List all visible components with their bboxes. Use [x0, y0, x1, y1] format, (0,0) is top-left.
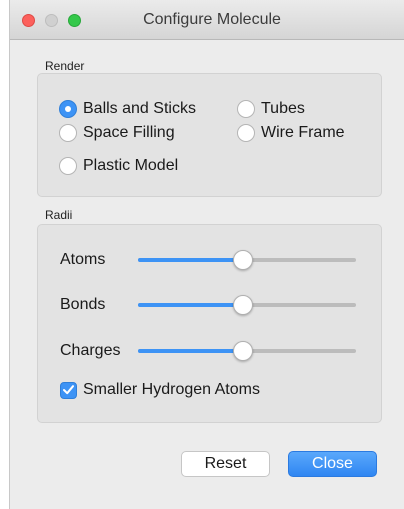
atoms-slider-thumb[interactable]: [233, 250, 253, 270]
atoms-slider-fill: [138, 258, 243, 262]
smaller-hydrogen-checkbox[interactable]: Smaller Hydrogen Atoms: [60, 381, 260, 399]
radio-label: Plastic Model: [83, 157, 179, 174]
radio-space-filling[interactable]: Space Filling: [59, 124, 175, 142]
radio-label: Wire Frame: [261, 124, 345, 141]
radio-tubes[interactable]: Tubes: [237, 100, 305, 118]
atoms-slider-label: Atoms: [60, 251, 106, 268]
window-title: Configure Molecule: [143, 11, 281, 28]
radio-label: Balls and Sticks: [83, 100, 196, 117]
title-bar[interactable]: Configure Molecule: [10, 0, 404, 40]
checkmark-icon: [63, 385, 74, 395]
radio-plastic-model[interactable]: Plastic Model: [59, 157, 178, 175]
radio-unselected-indicator: [59, 157, 77, 175]
render-options-box: Balls and Sticks Tubes Space Filling Wir…: [37, 73, 382, 197]
bonds-slider-fill: [138, 303, 243, 307]
radio-balls-and-sticks[interactable]: Balls and Sticks: [59, 100, 196, 118]
charges-slider[interactable]: [138, 341, 356, 361]
bonds-slider-thumb[interactable]: [233, 295, 253, 315]
radio-wire-frame[interactable]: Wire Frame: [237, 124, 345, 142]
reset-button[interactable]: Reset: [181, 451, 270, 477]
configure-molecule-window: Configure Molecule Render Balls and Stic…: [9, 0, 404, 509]
radio-label: Space Filling: [83, 124, 175, 141]
checkbox-checked-indicator: [60, 381, 77, 399]
bonds-slider-label: Bonds: [60, 296, 106, 313]
charges-slider-fill: [138, 349, 243, 353]
checkbox-label: Smaller Hydrogen Atoms: [83, 381, 260, 398]
atoms-slider[interactable]: [138, 250, 356, 270]
charges-slider-label: Charges: [60, 342, 121, 359]
charges-slider-thumb[interactable]: [233, 341, 253, 361]
radio-unselected-indicator: [237, 100, 255, 118]
render-section-label: Render: [45, 59, 85, 73]
close-button[interactable]: Close: [288, 451, 377, 477]
radio-unselected-indicator: [59, 124, 77, 142]
bonds-slider[interactable]: [138, 295, 356, 315]
radii-options-box: Atoms Bonds Charges Smaller Hydrogen Ato…: [37, 224, 382, 423]
radio-unselected-indicator: [237, 124, 255, 142]
radio-selected-indicator: [59, 100, 77, 118]
radii-section-label: Radii: [45, 208, 73, 222]
radio-label: Tubes: [261, 100, 305, 117]
